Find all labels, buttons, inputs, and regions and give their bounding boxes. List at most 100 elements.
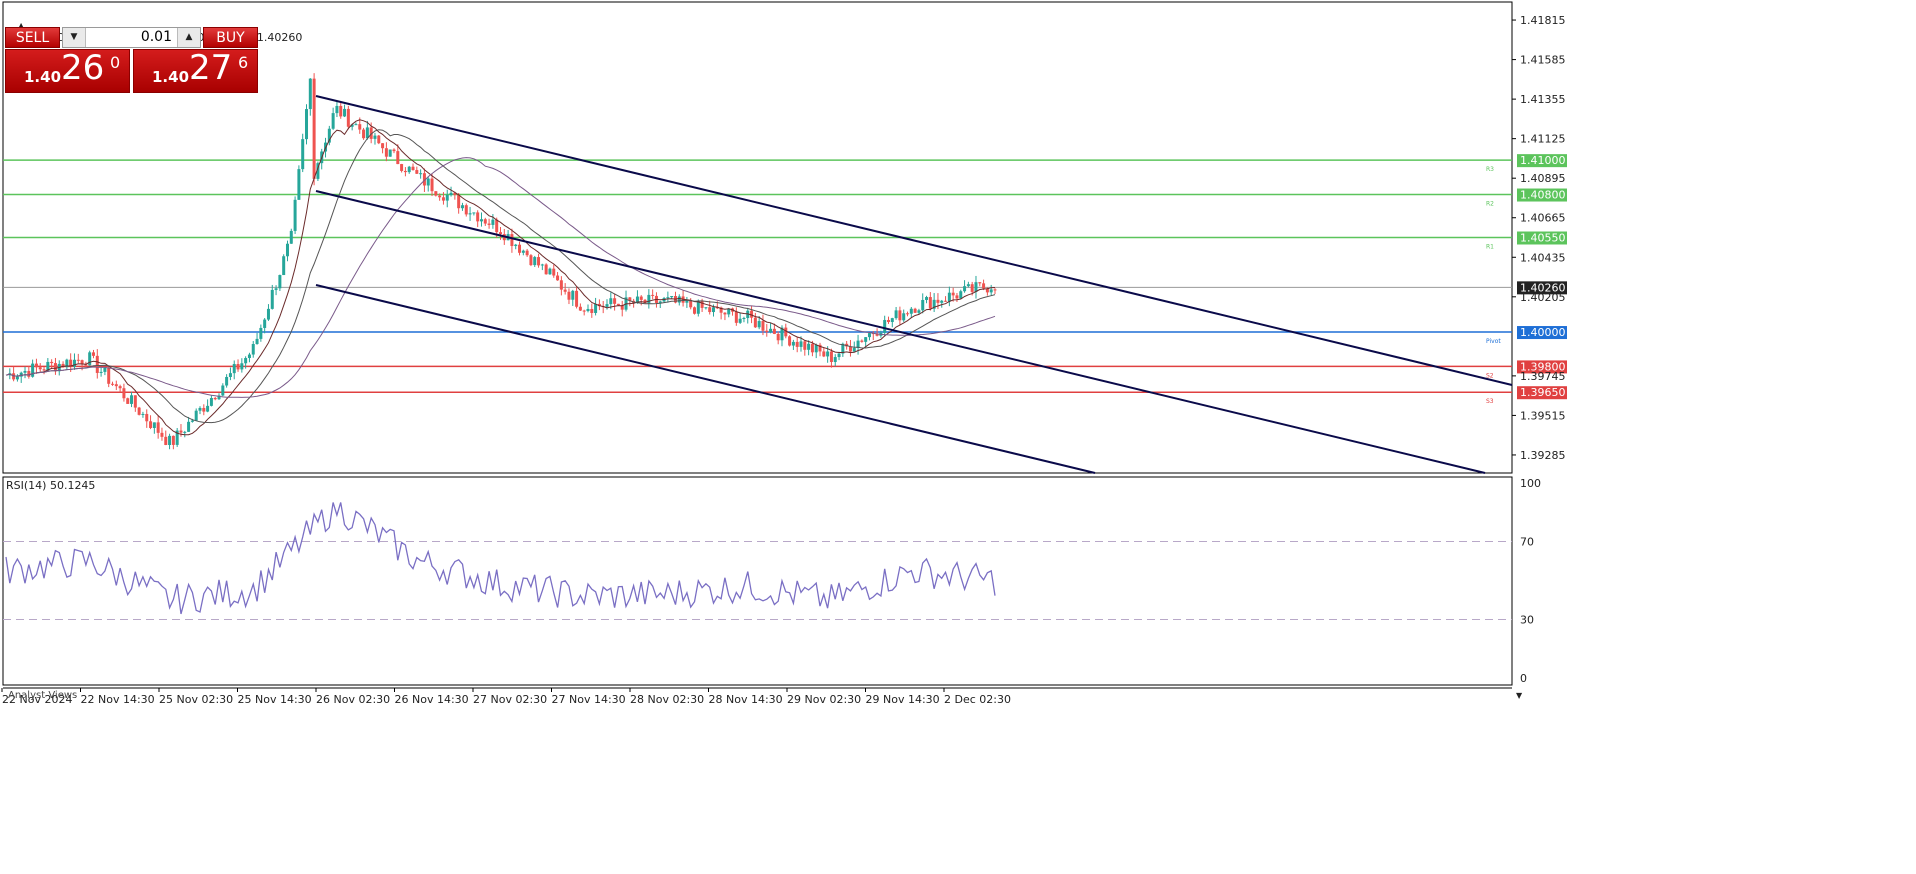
candle [175, 428, 179, 447]
candle [126, 397, 130, 404]
candle [487, 218, 491, 229]
time-axis-label: 26 Nov 02:30 [316, 693, 390, 706]
candle [556, 272, 560, 281]
candle [312, 73, 316, 186]
candle [209, 395, 213, 407]
price-axis-label: 1.41125 [1520, 133, 1566, 146]
candle [12, 366, 16, 382]
ask-price-box[interactable]: 1.40 27 6 [133, 48, 258, 93]
candle [753, 312, 757, 328]
candle [305, 104, 309, 145]
candle [137, 406, 141, 416]
buy-button[interactable]: BUY [203, 27, 258, 48]
level-price-label: 1.40800 [1520, 189, 1566, 202]
candle [704, 307, 708, 310]
channel-lower-line[interactable] [315, 284, 1096, 474]
price-axis-label: 1.39285 [1520, 449, 1566, 462]
lot-decrease-icon[interactable]: ▼ [63, 28, 86, 47]
candle [202, 404, 206, 416]
candle [909, 306, 913, 318]
candle [232, 360, 236, 380]
time-axis-label: 28 Nov 02:30 [630, 693, 704, 706]
candle [791, 339, 795, 350]
candle [651, 289, 655, 300]
candle [788, 335, 792, 347]
time-axis-label: 25 Nov 02:30 [159, 693, 233, 706]
candle [293, 196, 297, 234]
ma-slow-line [5, 157, 996, 398]
candle [867, 332, 871, 341]
candle [567, 288, 571, 305]
candle [833, 354, 837, 367]
candle [928, 292, 932, 311]
candle [240, 358, 244, 373]
candle [925, 295, 929, 304]
candle [795, 337, 799, 353]
price-axis-label: 1.39745 [1520, 370, 1566, 383]
candle [278, 274, 282, 292]
candle [913, 307, 917, 313]
candle [255, 332, 259, 345]
candle [263, 318, 267, 334]
candle [285, 240, 289, 262]
sell-button[interactable]: SELL [5, 27, 60, 48]
lot-size-input[interactable]: 0.01 [87, 28, 176, 47]
candle [266, 304, 270, 321]
candle [848, 339, 852, 357]
candle [837, 351, 841, 361]
time-axis-label: 25 Nov 14:30 [238, 693, 312, 706]
lot-increase-icon[interactable]: ▲ [177, 28, 200, 47]
candle [247, 352, 251, 363]
candle [647, 289, 651, 309]
candle [989, 284, 993, 296]
candle [407, 165, 411, 174]
price-axis-label: 1.40665 [1520, 212, 1566, 225]
candle [742, 316, 746, 323]
candle [297, 165, 301, 200]
candle [42, 366, 46, 375]
candle [88, 350, 92, 366]
candle [677, 294, 681, 306]
candle [692, 306, 696, 315]
bid-price-point: 0 [110, 53, 121, 72]
candle [164, 430, 168, 446]
candle [145, 409, 149, 428]
candle [658, 300, 662, 309]
candle [107, 366, 111, 388]
candle [932, 293, 936, 313]
candle [72, 353, 76, 370]
candle [974, 275, 978, 299]
candle [50, 359, 54, 369]
candle [282, 254, 286, 276]
candle [769, 322, 773, 334]
candle [168, 433, 172, 450]
candle [571, 289, 575, 306]
candle [590, 303, 594, 318]
lot-size-stepper[interactable]: ▼ 0.01 ▲ [62, 27, 201, 48]
candle [829, 348, 833, 368]
candle [301, 133, 305, 173]
candle [373, 132, 377, 145]
candle [525, 248, 529, 257]
candle [643, 298, 647, 304]
time-axis-label: 27 Nov 02:30 [473, 693, 547, 706]
candle [464, 203, 468, 217]
candle [613, 293, 617, 311]
candle [746, 307, 750, 324]
candle [259, 324, 263, 342]
candle [906, 311, 910, 317]
candle [23, 366, 27, 379]
candle [921, 293, 925, 314]
chart-canvas[interactable]: 1.41000 R3 1.40800 R2 1.40550 R1 1.40000 Pivot 1… [0, 0, 1916, 874]
candle [111, 381, 115, 386]
bid-price-box[interactable]: 1.40 26 0 [5, 48, 130, 93]
candle [966, 281, 970, 288]
channel-upper-line[interactable] [315, 95, 1513, 386]
candle [978, 282, 982, 287]
candle [141, 411, 145, 418]
scroll-down-icon: ▼ [1516, 691, 1523, 700]
rsi-pane-frame [2, 476, 1513, 686]
rsi-axis-label: 0 [1520, 672, 1527, 685]
candle [445, 189, 449, 208]
candle [354, 122, 358, 126]
